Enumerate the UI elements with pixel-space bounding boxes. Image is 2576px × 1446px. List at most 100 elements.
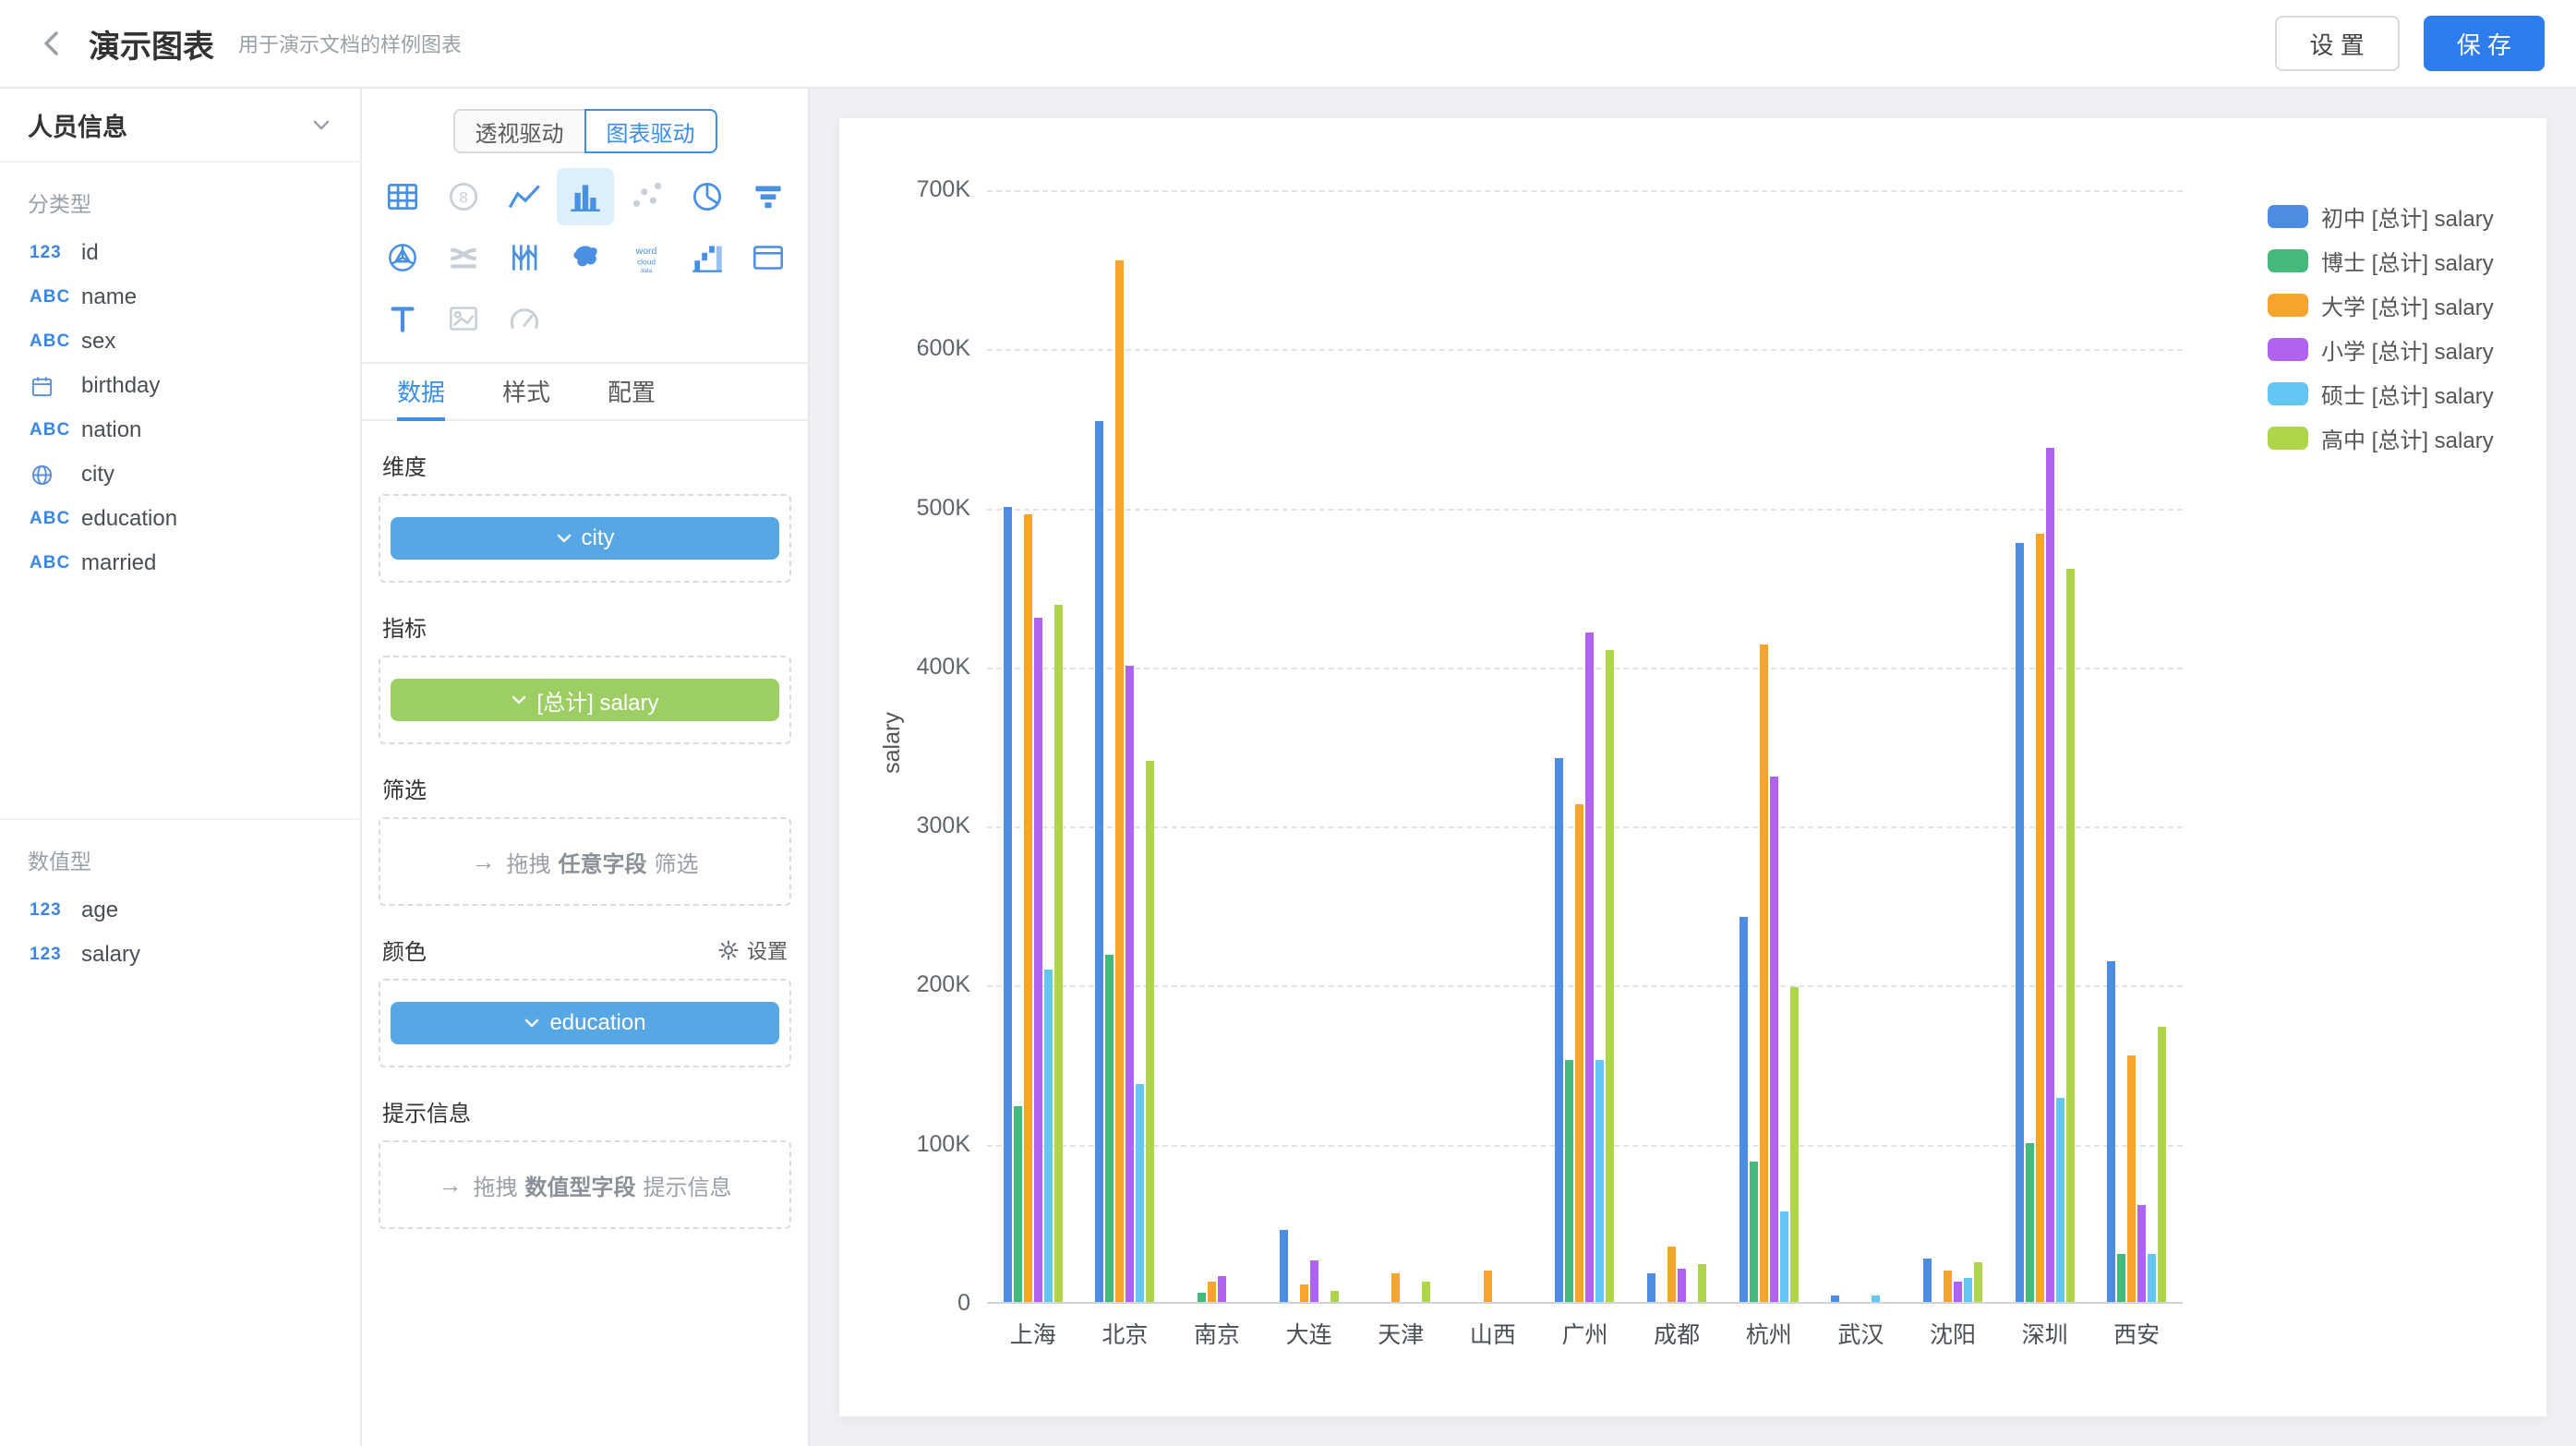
dimension-pill-city[interactable]: city [391,517,779,560]
field-item-education[interactable]: ABCeducation [0,497,360,541]
bar[interactable] [1125,666,1134,1302]
bar[interactable] [2056,1098,2064,1302]
bar[interactable] [1054,605,1063,1302]
bar[interactable] [2036,534,2044,1302]
color-pill-education[interactable]: education [391,1002,779,1044]
save-button[interactable]: 保 存 [2424,16,2545,71]
bar[interactable] [1095,421,1103,1302]
bar[interactable] [1790,987,1799,1302]
bar[interactable] [1146,761,1154,1302]
bar[interactable] [1115,260,1124,1302]
bar[interactable] [2107,961,2115,1302]
bar[interactable] [1484,1271,1492,1302]
bar[interactable] [1024,514,1032,1302]
data-source-selector[interactable]: 人员信息 [0,89,360,163]
wordcloud-chart-icon[interactable]: wordclouddata [618,229,675,286]
bar[interactable] [1760,645,1768,1302]
bar[interactable] [1330,1291,1339,1302]
bar[interactable] [1923,1259,1932,1302]
field-item-birthday[interactable]: birthday [0,364,360,408]
dimension-dropzone[interactable]: city [379,494,791,583]
funnel-chart-icon[interactable] [740,168,797,225]
bar[interactable] [1310,1260,1318,1302]
table-chart-icon[interactable] [374,168,431,225]
legend-item[interactable]: 大学 [总计] salary [2268,283,2494,327]
legend-item[interactable]: 小学 [总计] salary [2268,327,2494,371]
bar[interactable] [1391,1273,1400,1302]
parallel-chart-icon[interactable] [496,229,553,286]
bar[interactable] [1014,1106,1022,1302]
bar[interactable] [1872,1295,1880,1302]
back-button[interactable] [31,22,74,65]
filter-dropzone[interactable]: → 拖拽任意字段筛选 [379,817,791,906]
tab-pivot-driven[interactable]: 透视驱动 [453,109,586,153]
bar[interactable] [1585,633,1594,1302]
tab-data[interactable]: 数据 [397,364,445,421]
field-item-married[interactable]: ABCmarried [0,541,360,585]
bar[interactable] [2158,1027,2166,1302]
bar[interactable] [1770,777,1778,1302]
bar[interactable] [1575,804,1583,1302]
field-item-name[interactable]: ABCname [0,275,360,319]
field-item-sex[interactable]: ABCsex [0,319,360,364]
bar[interactable] [1136,1084,1144,1302]
bar[interactable] [1044,970,1053,1302]
bar[interactable] [1647,1273,1655,1302]
line-chart-icon[interactable] [496,168,553,225]
tab-config[interactable]: 配置 [608,364,656,421]
legend-item[interactable]: 硕士 [总计] salary [2268,371,2494,416]
bar[interactable] [1105,955,1113,1302]
bar[interactable] [2148,1254,2156,1302]
map-chart-icon[interactable] [557,229,614,286]
tab-chart-driven[interactable]: 图表驱动 [584,109,717,153]
bar[interactable] [1422,1282,1430,1302]
bar[interactable] [1198,1293,1206,1302]
color-dropzone[interactable]: education [379,979,791,1067]
bar[interactable] [1974,1262,1982,1302]
bar[interactable] [1954,1282,1962,1302]
bar-chart-icon[interactable] [557,168,614,225]
bar[interactable] [1280,1230,1288,1302]
legend-item[interactable]: 博士 [总计] salary [2268,238,2494,283]
radar-chart-icon[interactable] [374,229,431,286]
bar[interactable] [1667,1247,1676,1302]
text-chart-icon[interactable] [374,290,431,347]
bar[interactable] [2066,569,2075,1302]
waterfall-chart-icon[interactable] [679,229,736,286]
iframe-chart-icon[interactable] [740,229,797,286]
legend-item[interactable]: 高中 [总计] salary [2268,416,2494,460]
bar[interactable] [2046,448,2054,1302]
settings-button[interactable]: 设 置 [2275,16,2400,71]
bar[interactable] [1300,1284,1308,1302]
color-settings-button[interactable]: 设置 [717,935,788,965]
bar[interactable] [1218,1276,1226,1302]
bar[interactable] [1678,1269,1686,1302]
bar[interactable] [1739,917,1748,1302]
bar[interactable] [2127,1055,2136,1302]
field-item-id[interactable]: 123id [0,231,360,275]
bar[interactable] [2026,1143,2034,1302]
bar[interactable] [1750,1162,1758,1302]
bar[interactable] [2117,1254,2125,1302]
bar[interactable] [2137,1205,2146,1302]
legend-item[interactable]: 初中 [总计] salary [2268,194,2494,238]
bar[interactable] [1565,1060,1573,1302]
bar[interactable] [1034,618,1042,1302]
bar[interactable] [1698,1264,1706,1302]
field-item-age[interactable]: 123age [0,888,360,933]
bar[interactable] [2016,543,2024,1302]
metric-pill-salary[interactable]: [总计] salary [391,679,779,721]
bar[interactable] [1606,650,1614,1302]
pie-chart-icon[interactable] [679,168,736,225]
metric-dropzone[interactable]: [总计] salary [379,656,791,744]
field-item-salary[interactable]: 123salary [0,933,360,977]
bar[interactable] [1208,1282,1216,1302]
field-item-nation[interactable]: ABCnation [0,408,360,452]
bar[interactable] [1780,1211,1788,1302]
bar[interactable] [1964,1278,1972,1302]
bar[interactable] [1595,1060,1604,1302]
field-item-city[interactable]: city [0,452,360,497]
tab-style[interactable]: 样式 [502,364,550,421]
bar[interactable] [1944,1271,1952,1302]
bar[interactable] [1831,1295,1839,1302]
